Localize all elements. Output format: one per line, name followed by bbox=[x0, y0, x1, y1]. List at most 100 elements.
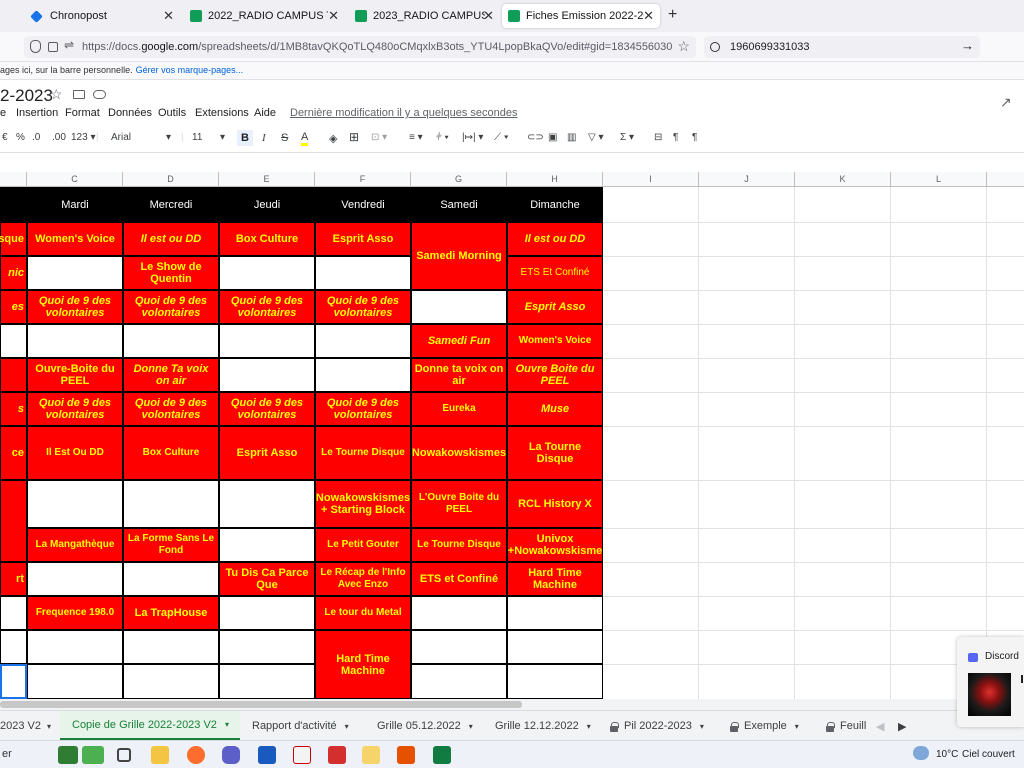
weather-temperature[interactable]: 10°C bbox=[936, 749, 958, 760]
cell-c4[interactable] bbox=[27, 324, 123, 358]
cell-h1[interactable]: Il est ou DD bbox=[507, 222, 603, 256]
cell-c13[interactable] bbox=[27, 664, 123, 699]
cell-f5[interactable] bbox=[315, 358, 411, 392]
new-tab-icon[interactable]: + bbox=[668, 6, 677, 24]
header-cell-mercredi[interactable]: Mercredi bbox=[123, 187, 219, 222]
menu-edition[interactable]: e bbox=[0, 107, 6, 119]
cell-e7[interactable]: Esprit Asso bbox=[219, 426, 315, 480]
cell-c6[interactable]: Quoi de 9 des volontaires bbox=[27, 392, 123, 426]
cell-h4[interactable]: Women's Voice bbox=[507, 324, 603, 358]
activity-trend-icon[interactable]: ↗ bbox=[1000, 94, 1012, 111]
close-tab-icon[interactable]: ✕ bbox=[483, 8, 494, 24]
cell-b-row2[interactable]: nic bbox=[0, 256, 27, 290]
cell-d8[interactable] bbox=[123, 480, 219, 528]
spreadsheet-grid[interactable]: Mardi Mercredi Jeudi Vendredi Samedi Dim… bbox=[0, 187, 1024, 699]
sheet-tab-copie-grille[interactable]: Copie de Grille 2022-2023 V2 ▾ bbox=[60, 711, 240, 741]
column-header-e[interactable]: E bbox=[219, 172, 315, 187]
currency-format-icon[interactable]: € bbox=[2, 132, 8, 143]
cell-g7[interactable]: Nowakowskismes bbox=[411, 426, 507, 480]
cell-d9[interactable]: La Forme Sans Le Fond bbox=[123, 528, 219, 562]
cell-h10[interactable]: Hard Time Machine bbox=[507, 562, 603, 596]
search-field[interactable]: 1960699331033 → bbox=[704, 36, 980, 58]
shield-icon[interactable] bbox=[30, 40, 41, 53]
scroll-tabs-left-icon[interactable]: ◀ bbox=[876, 711, 888, 741]
cell-c9[interactable]: La Mangathèque bbox=[27, 528, 123, 562]
go-arrow-icon[interactable]: → bbox=[961, 38, 974, 53]
excel-icon[interactable] bbox=[433, 746, 451, 764]
firefox-icon[interactable] bbox=[187, 746, 205, 764]
cell-g1-g2[interactable]: Samedi Morning bbox=[411, 222, 507, 290]
cell-d6[interactable]: Quoi de 9 des volontaires bbox=[123, 392, 219, 426]
italic-icon[interactable]: I bbox=[262, 132, 266, 144]
cell-d1[interactable]: Il est ou DD bbox=[123, 222, 219, 256]
cell-h5[interactable]: Ouvre Boite du PEEL bbox=[507, 358, 603, 392]
cell-h3[interactable]: Esprit Asso bbox=[507, 290, 603, 324]
cell-f2[interactable] bbox=[315, 256, 411, 290]
task-view-icon[interactable] bbox=[117, 748, 131, 762]
cell-f8[interactable]: Nowakowskismes + Starting Block bbox=[315, 480, 411, 528]
lock-icon[interactable] bbox=[48, 42, 58, 52]
sheet-tab-rapport[interactable]: Rapport d'activité ▾ bbox=[252, 711, 362, 741]
cell-b-row1[interactable]: sque bbox=[0, 222, 27, 256]
cell-b-row5[interactable] bbox=[0, 358, 27, 392]
weather-icon[interactable] bbox=[913, 746, 929, 760]
learning-app-icon[interactable] bbox=[58, 746, 78, 764]
cell-d10[interactable] bbox=[123, 562, 219, 596]
browser-tab-chronopost[interactable]: Chronopost ✕ bbox=[0, 4, 180, 28]
discord-notification[interactable]: Discord bbox=[957, 637, 1024, 727]
horizontal-scrollbar[interactable] bbox=[0, 699, 1024, 710]
borders-icon[interactable]: ⊞ bbox=[349, 130, 359, 144]
cell-e8[interactable] bbox=[219, 480, 315, 528]
star-icon[interactable]: ☆ bbox=[50, 86, 63, 103]
cell-e6[interactable]: Quoi de 9 des volontaires bbox=[219, 392, 315, 426]
cell-g9[interactable]: Le Tourne Disque bbox=[411, 528, 507, 562]
cell-e3[interactable]: Quoi de 9 des volontaires bbox=[219, 290, 315, 324]
cell-c5[interactable]: Ouvre-Boite du PEEL bbox=[27, 358, 123, 392]
column-header-l[interactable]: L bbox=[891, 172, 987, 187]
cell-f1[interactable]: Esprit Asso bbox=[315, 222, 411, 256]
cell-f9[interactable]: Le Petit Gouter bbox=[315, 528, 411, 562]
fill-color-icon[interactable]: ◈ bbox=[329, 132, 337, 145]
cell-h9[interactable]: Univox +Nowakowskisme bbox=[507, 528, 603, 562]
cell-h6[interactable]: Muse bbox=[507, 392, 603, 426]
functions-icon[interactable]: Σ ▾ bbox=[620, 132, 634, 143]
cell-e5[interactable] bbox=[219, 358, 315, 392]
merge-cells-icon[interactable]: ⊡ ▾ bbox=[371, 132, 387, 143]
insert-comment-icon[interactable]: ▣ bbox=[548, 132, 557, 143]
horizontal-align-icon[interactable]: ≡ ▾ bbox=[409, 132, 423, 143]
close-tab-icon[interactable]: ✕ bbox=[643, 8, 654, 24]
cell-f11[interactable]: Le tour du Metal bbox=[315, 596, 411, 630]
rtl-paragraph-icon[interactable]: ¶ bbox=[692, 132, 697, 143]
menu-outils[interactable]: Outils bbox=[158, 107, 186, 119]
sheet-tab-feuill[interactable]: Feuill bbox=[826, 711, 868, 741]
column-header-f[interactable]: F bbox=[315, 172, 411, 187]
cell-c10[interactable] bbox=[27, 562, 123, 596]
column-header-h[interactable]: H bbox=[507, 172, 603, 187]
cell-g5[interactable]: Donne ta voix on air bbox=[411, 358, 507, 392]
cell-g10[interactable]: ETS et Confiné bbox=[411, 562, 507, 596]
bookmark-star-icon[interactable]: ☆ bbox=[677, 38, 690, 55]
selected-cell[interactable] bbox=[0, 664, 27, 699]
cell-h13[interactable] bbox=[507, 664, 603, 699]
close-tab-icon[interactable]: ✕ bbox=[163, 8, 174, 24]
text-wrap-icon[interactable]: |↦| ▾ bbox=[462, 132, 483, 143]
cell-d13[interactable] bbox=[123, 664, 219, 699]
cell-e4[interactable] bbox=[219, 324, 315, 358]
file-explorer-icon[interactable] bbox=[151, 746, 169, 764]
notepad-icon[interactable] bbox=[293, 746, 311, 764]
cell-c2[interactable] bbox=[27, 256, 123, 290]
url-bar[interactable]: ⇌ https://docs.google.com/spreadsheets/d… bbox=[24, 36, 696, 58]
header-cell-samedi[interactable]: Samedi bbox=[411, 187, 507, 222]
filter-icon[interactable]: ▽ ▾ bbox=[588, 132, 604, 143]
cell-c7[interactable]: Il Est Ou DD bbox=[27, 426, 123, 480]
column-header-g[interactable]: G bbox=[411, 172, 507, 187]
cell-f4[interactable] bbox=[315, 324, 411, 358]
cell-f12[interactable]: Hard Time Machine bbox=[315, 630, 411, 699]
cell-c1[interactable]: Women's Voice bbox=[27, 222, 123, 256]
last-modified-link[interactable]: Dernière modification il y a quelques se… bbox=[290, 107, 517, 119]
cell-b-row8[interactable] bbox=[0, 480, 27, 562]
percent-format-button[interactable]: % bbox=[16, 132, 25, 143]
cell-b-row3[interactable]: es bbox=[0, 290, 27, 324]
close-tab-icon[interactable]: ✕ bbox=[328, 8, 339, 24]
menu-aide[interactable]: Aide bbox=[254, 107, 276, 119]
